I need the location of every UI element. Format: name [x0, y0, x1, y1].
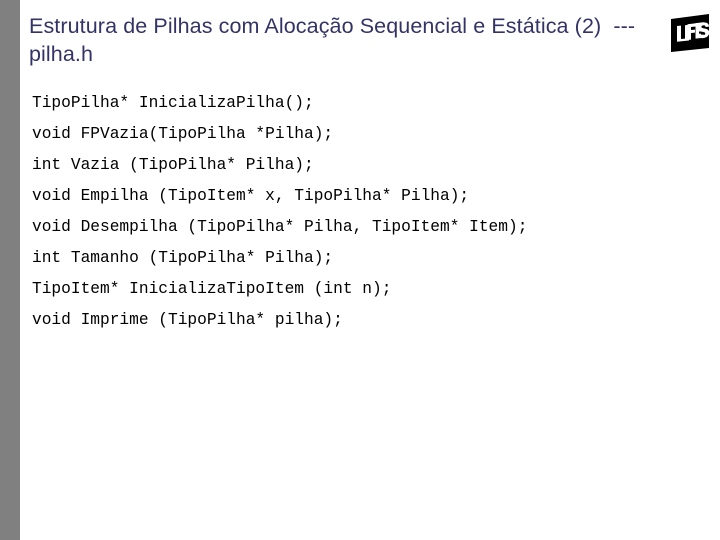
page-title: Estrutura de Pilhas com Alocação Sequenc… [29, 14, 642, 66]
code-line: TipoItem* InicializaTipoItem (int n); [32, 280, 392, 298]
code-line: int Vazia (TipoPilha* Pilha); [32, 156, 314, 174]
code-line: void Desempilha (TipoPilha* Pilha, TipoI… [32, 218, 528, 236]
title-block: Estrutura de Pilhas com Alocação Sequenc… [29, 12, 639, 68]
code-line: void FPVazia(TipoPilha *Pilha); [32, 125, 334, 143]
code-line: TipoPilha* InicializaPilha(); [32, 94, 314, 112]
ufes-logo-icon [668, 11, 713, 55]
left-accent-band [0, 0, 20, 540]
code-listing: TipoPilha* InicializaPilha(); void FPVaz… [32, 88, 672, 336]
code-line: void Imprime (TipoPilha* pilha); [32, 311, 343, 329]
slide: Estrutura de Pilhas com Alocação Sequenc… [0, 0, 720, 540]
code-line: void Empilha (TipoItem* x, TipoPilha* Pi… [32, 187, 470, 205]
code-line: int Tamanho (TipoPilha* Pilha); [32, 249, 334, 267]
